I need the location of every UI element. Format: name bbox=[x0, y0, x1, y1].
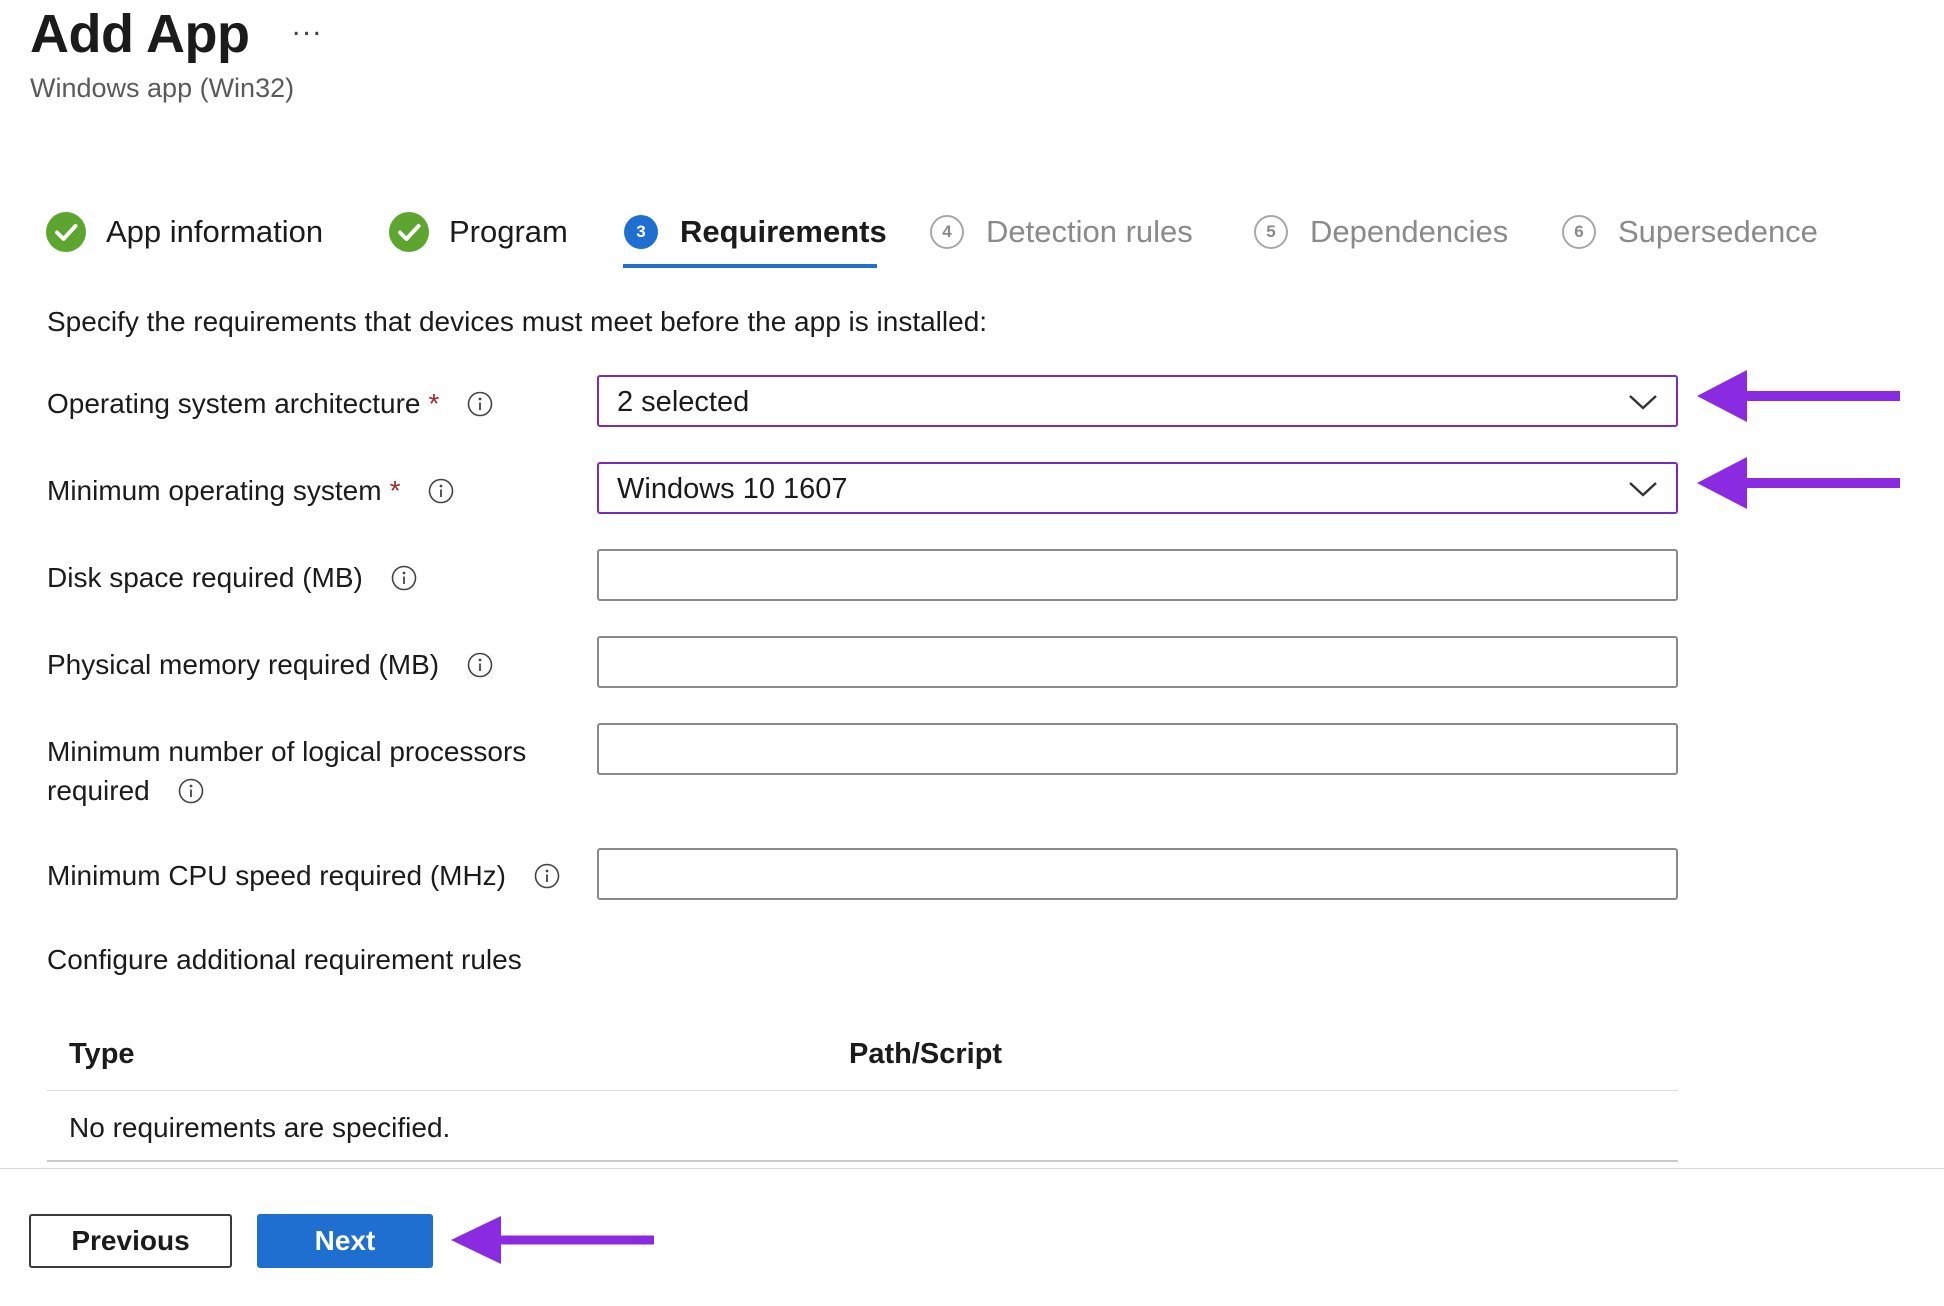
step-label: Dependencies bbox=[1310, 214, 1509, 249]
chevron-down-icon bbox=[1629, 482, 1657, 497]
info-icon[interactable] bbox=[534, 863, 560, 889]
os-architecture-value: 2 selected bbox=[617, 386, 750, 418]
step-label: App information bbox=[106, 214, 324, 249]
physical-memory-label: Physical memory required (MB) bbox=[47, 645, 493, 685]
info-icon[interactable] bbox=[428, 478, 454, 504]
disk-space-label: Disk space required (MB) bbox=[47, 558, 417, 598]
instructions-text: Specify the requirements that devices mu… bbox=[47, 306, 988, 337]
annotation-arrow-icon bbox=[1697, 370, 1900, 422]
os-architecture-label: Operating system architecture * bbox=[47, 384, 493, 424]
os-architecture-dropdown[interactable]: 2 selected bbox=[597, 375, 1678, 427]
logical-processors-label: Minimum number of logical processors req… bbox=[47, 736, 527, 806]
table-divider bbox=[47, 1090, 1678, 1091]
step-number-badge: 5 bbox=[1254, 215, 1288, 249]
column-header-path-script: Path/Script bbox=[849, 1038, 1003, 1070]
step-requirements[interactable]: 3 Requirements bbox=[624, 208, 887, 256]
footer-divider bbox=[0, 1168, 1944, 1169]
step-detection-rules[interactable]: 4 Detection rules bbox=[930, 208, 1193, 256]
page-subtitle: Windows app (Win32) bbox=[30, 73, 295, 103]
check-circle-icon bbox=[389, 212, 429, 252]
info-icon[interactable] bbox=[467, 391, 493, 417]
info-icon[interactable] bbox=[467, 652, 493, 678]
step-number-badge: 4 bbox=[930, 215, 964, 249]
min-os-dropdown[interactable]: Windows 10 1607 bbox=[597, 462, 1678, 514]
annotation-arrow-icon bbox=[451, 1216, 654, 1264]
step-dependencies[interactable]: 5 Dependencies bbox=[1254, 208, 1508, 256]
table-empty-message: No requirements are specified. bbox=[69, 1112, 451, 1143]
table-divider bbox=[47, 1160, 1678, 1162]
page-title: Add App bbox=[30, 4, 250, 64]
cpu-speed-field[interactable] bbox=[597, 848, 1678, 900]
step-app-information[interactable]: App information bbox=[46, 208, 323, 256]
info-icon[interactable] bbox=[391, 565, 417, 591]
info-icon[interactable] bbox=[178, 778, 204, 804]
min-os-label: Minimum operating system * bbox=[47, 471, 454, 511]
logical-processors-field[interactable] bbox=[597, 723, 1678, 775]
logical-processors-input[interactable] bbox=[599, 725, 1676, 773]
step-label: Detection rules bbox=[986, 214, 1193, 249]
disk-space-input[interactable] bbox=[599, 551, 1676, 599]
required-asterisk: * bbox=[428, 388, 440, 419]
required-asterisk: * bbox=[389, 475, 401, 506]
column-header-type: Type bbox=[69, 1038, 135, 1070]
chevron-down-icon bbox=[1629, 395, 1657, 410]
step-supersedence[interactable]: 6 Supersedence bbox=[1562, 208, 1818, 256]
step-label: Supersedence bbox=[1618, 214, 1818, 249]
check-circle-icon bbox=[46, 212, 86, 252]
cpu-speed-input[interactable] bbox=[599, 850, 1676, 898]
step-label: Program bbox=[449, 214, 568, 249]
active-step-indicator bbox=[623, 264, 877, 268]
cpu-speed-label: Minimum CPU speed required (MHz) bbox=[47, 856, 560, 896]
next-button[interactable]: Next bbox=[257, 1214, 433, 1268]
step-program[interactable]: Program bbox=[389, 208, 568, 256]
step-label: Requirements bbox=[680, 214, 887, 249]
annotation-arrow-icon bbox=[1697, 457, 1900, 509]
additional-rules-title: Configure additional requirement rules bbox=[47, 944, 522, 975]
step-number-badge: 6 bbox=[1562, 215, 1596, 249]
previous-button[interactable]: Previous bbox=[29, 1214, 232, 1268]
disk-space-field[interactable] bbox=[597, 549, 1678, 601]
min-os-value: Windows 10 1607 bbox=[617, 473, 848, 505]
physical-memory-input[interactable] bbox=[599, 638, 1676, 686]
more-options-button[interactable]: ... bbox=[292, 6, 323, 46]
step-number-badge: 3 bbox=[624, 215, 658, 249]
physical-memory-field[interactable] bbox=[597, 636, 1678, 688]
